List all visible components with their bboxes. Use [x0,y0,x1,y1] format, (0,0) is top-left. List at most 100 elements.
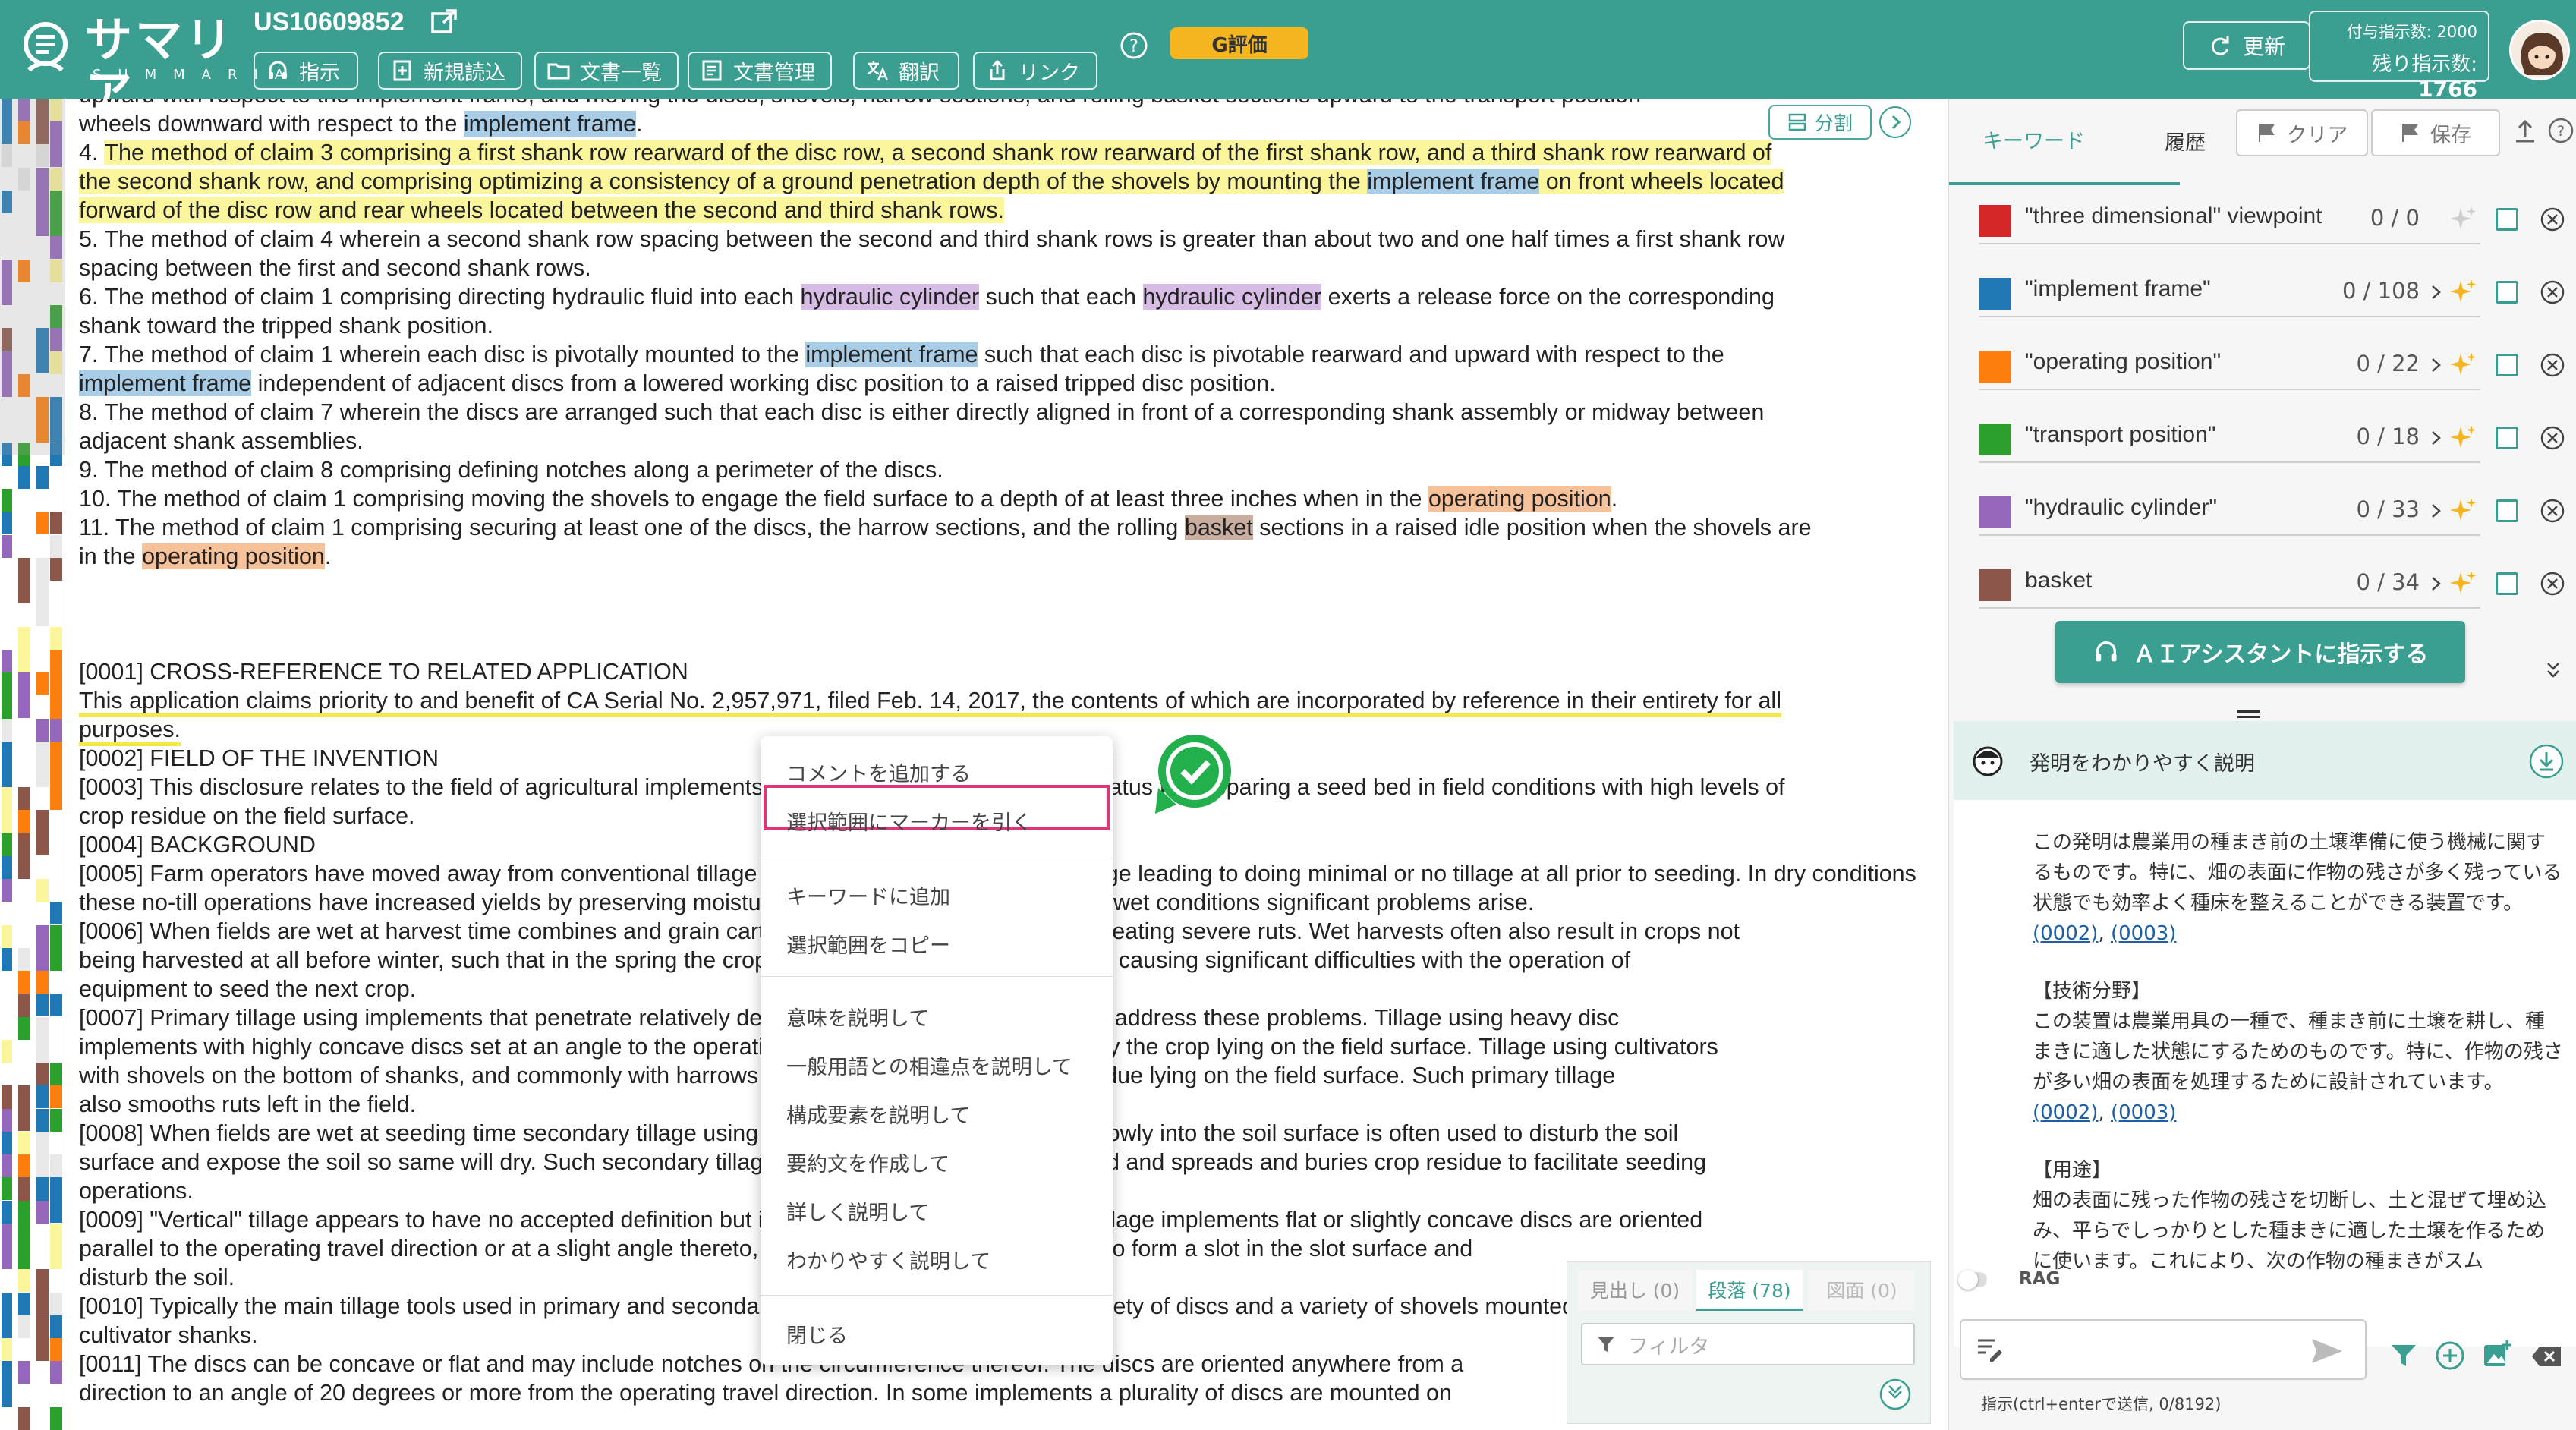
send-icon[interactable] [2309,1336,2345,1366]
keyword-checkbox[interactable] [2496,572,2518,595]
summaria-logo[interactable]: サマリア SUMMARIA [14,14,284,120]
keyword-row[interactable]: "hydraulic cylinder" 0 / 33 [1961,487,2576,536]
add-circle-icon[interactable] [2435,1340,2465,1371]
menu-copy-selection[interactable]: 選択範囲をコピー [786,929,950,959]
ref-link[interactable]: (0003) [2111,1101,2176,1124]
subtab-headings[interactable]: 見出し (0) [1578,1270,1692,1311]
rag-toggle[interactable] [1958,1270,1987,1290]
menu-explain-detail[interactable]: 詳しく説明して [786,1196,929,1226]
keyword-color-swatch[interactable] [1979,351,2011,383]
nav-link-button[interactable]: リンク [973,52,1097,90]
keyword-row[interactable]: "operating position" 0 / 22 [1961,342,2576,390]
nav-doc-manage-button[interactable]: 文書管理 [688,52,832,90]
menu-create-summary[interactable]: 要約文を作成して [786,1148,949,1177]
split-button[interactable]: 分割 [1768,105,1872,140]
filter-icon[interactable] [2389,1342,2418,1369]
keyword-operating-position[interactable]: operating position [142,543,325,569]
keyword-implement-frame[interactable]: implement frame [1367,169,1540,194]
keyword-row[interactable]: basket 0 / 34 [1961,560,2576,609]
keyword-checkbox[interactable] [2496,281,2518,304]
chevron-right-icon[interactable] [2427,352,2445,378]
grade-badge[interactable]: G評価 [1170,27,1308,59]
claim-4-marked-b[interactable]: the second shank row, and comprising opt… [79,169,1368,194]
keyword-checkbox[interactable] [2496,354,2518,376]
help-panel-icon[interactable]: ? [2547,117,2574,144]
chevron-right-icon[interactable] [2427,571,2445,597]
download-icon[interactable] [2529,744,2564,779]
keyword-hydraulic-cylinder[interactable]: hydraulic cylinder [1142,284,1322,310]
sparkle-icon[interactable] [2448,351,2477,380]
ref-link[interactable]: (0002) [2033,1101,2098,1124]
close-circle-icon[interactable] [2540,279,2565,305]
close-circle-icon[interactable] [2540,206,2565,232]
claim-4-marked-c[interactable]: on front wheels located [1539,169,1784,194]
claim-4-marked-d[interactable]: forward of the disc row and rear wheels … [79,197,1004,223]
help-icon[interactable]: ? [1119,30,1149,61]
keyword-implement-frame[interactable]: implement frame [79,370,252,396]
save-button[interactable]: 保存 [2371,109,2500,156]
ref-link[interactable]: (0003) [2111,922,2176,945]
menu-explain-meaning[interactable]: 意味を説明して [786,1002,929,1032]
external-link-icon[interactable] [430,8,458,36]
subtab-paragraphs[interactable]: 段落 (78) [1696,1270,1803,1311]
chevron-right-icon[interactable] [2427,425,2445,451]
chevron-right-icon[interactable] [2427,498,2445,524]
sparkle-icon[interactable] [2448,278,2477,307]
keyword-color-swatch[interactable] [1979,424,2011,455]
filter-input[interactable]: フィルタ [1581,1323,1915,1365]
keyword-color-swatch[interactable] [1979,569,2011,601]
keyword-checkbox[interactable] [2496,499,2518,522]
resize-handle[interactable] [2237,710,2260,718]
user-avatar[interactable] [2509,20,2570,80]
nav-translate-button[interactable]: 翻訳 [853,52,959,90]
keyword-color-swatch[interactable] [1979,278,2011,310]
keyword-row[interactable]: "implement frame" 0 / 108 [1961,269,2576,317]
clear-input-icon[interactable] [2530,1345,2562,1368]
nav-new-load-button[interactable]: 新規読込 [378,52,522,90]
highlight-minimap[interactable] [0,99,65,1430]
add-image-icon[interactable] [2482,1339,2512,1369]
menu-add-comment[interactable]: コメントを追加する [786,758,971,787]
chevron-right-icon[interactable] [2427,279,2445,305]
clear-button[interactable]: クリア [2236,109,2368,156]
menu-explain-components[interactable]: 構成要素を説明して [786,1099,970,1129]
keyword-hydraulic-cylinder[interactable]: hydraulic cylinder [800,284,980,310]
keyword-color-swatch[interactable] [1979,205,2011,237]
keyword-row[interactable]: "transport position" 0 / 18 [1961,414,2576,463]
keyword-implement-frame[interactable]: implement frame [463,111,637,137]
close-circle-icon[interactable] [2540,571,2565,597]
nav-instruct-button[interactable]: 指示 [254,52,358,90]
keyword-checkbox[interactable] [2496,208,2518,231]
keyword-implement-frame[interactable]: implement frame [805,342,978,367]
chevron-double-down-icon[interactable] [2544,657,2562,683]
keyword-basket[interactable]: basket [1184,515,1253,540]
sparkle-icon[interactable] [2448,424,2477,452]
prompt-input[interactable] [1960,1319,2367,1380]
keyword-color-swatch[interactable] [1979,496,2011,528]
collapse-panel-button[interactable] [1879,106,1911,138]
close-circle-icon[interactable] [2540,498,2565,524]
sparkle-icon[interactable] [2448,496,2477,525]
keyword-checkbox[interactable] [2496,427,2518,449]
export-icon[interactable] [2512,117,2538,146]
ai-assistant-button[interactable]: ＡＩアシスタントに指示する [2055,621,2465,683]
menu-explain-simply[interactable]: わかりやすく説明して [786,1245,990,1274]
close-circle-icon[interactable] [2540,425,2565,451]
menu-add-keyword[interactable]: キーワードに追加 [786,880,950,910]
chevron-double-up-icon[interactable] [1878,1378,1912,1411]
menu-explain-difference[interactable]: 一般用語との相違点を説明して [786,1050,1072,1080]
keyword-operating-position[interactable]: operating position [1428,486,1611,512]
keyword-row[interactable]: "three dimensional" viewpoint 0 / 0 [1961,196,2576,244]
claim-4-marked-a[interactable]: The method of claim 3 comprising a first… [104,140,1772,165]
menu-add-marker[interactable]: 選択範囲にマーカーを引く [786,806,1032,836]
subtab-drawings[interactable]: 図面 (0) [1809,1270,1915,1311]
nav-doc-list-button[interactable]: 文書一覧 [534,52,679,90]
tab-history[interactable]: 履歴 [2165,126,2206,156]
menu-close[interactable]: 閉じる [786,1319,848,1349]
sparkle-icon[interactable] [2448,569,2477,598]
ref-link[interactable]: (0002) [2033,922,2098,945]
para-0001-selected-a[interactable]: This application claims priority to and … [79,688,1781,717]
refresh-button[interactable]: 更新 [2183,21,2310,70]
para-0001-selected-b[interactable]: purposes. [79,717,181,746]
minimap-viewport[interactable] [0,99,65,455]
